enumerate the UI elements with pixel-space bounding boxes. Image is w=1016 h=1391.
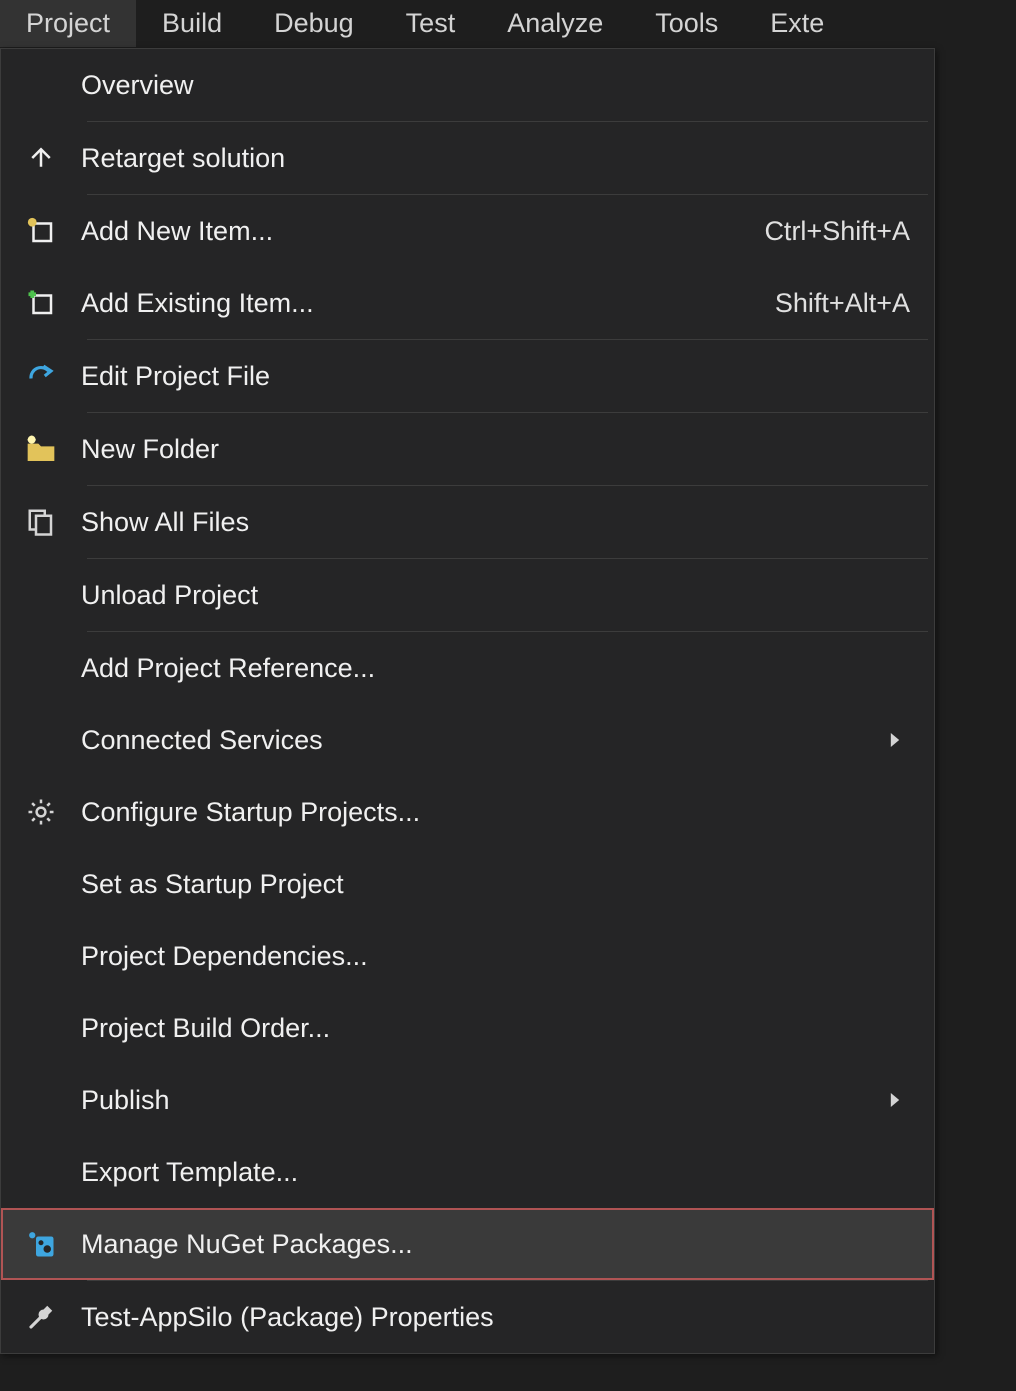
menu-item-label: Set as Startup Project xyxy=(81,869,910,900)
redo-icon xyxy=(1,361,81,391)
menu-item-retarget-solution[interactable]: Retarget solution xyxy=(1,122,934,194)
gear-icon xyxy=(1,797,81,827)
menubar-item-tools[interactable]: Tools xyxy=(629,0,744,47)
menu-item-edit-project-file[interactable]: Edit Project File xyxy=(1,340,934,412)
menu-item-label: Configure Startup Projects... xyxy=(81,797,910,828)
menubar-item-project[interactable]: Project xyxy=(0,0,136,47)
menu-item-label: Manage NuGet Packages... xyxy=(81,1229,910,1260)
menu-item-shortcut: Ctrl+Shift+A xyxy=(764,216,910,247)
chevron-right-icon xyxy=(880,1093,910,1107)
menu-item-label: Connected Services xyxy=(81,725,880,756)
menu-item-label: Overview xyxy=(81,70,910,101)
menu-item-overview[interactable]: Overview xyxy=(1,49,934,121)
menu-item-add-new-item[interactable]: Add New Item... Ctrl+Shift+A xyxy=(1,195,934,267)
menu-item-manage-nuget-packages[interactable]: Manage NuGet Packages... xyxy=(1,1208,934,1280)
menu-item-unload-project[interactable]: Unload Project xyxy=(1,559,934,631)
menu-item-project-build-order[interactable]: Project Build Order... xyxy=(1,992,934,1064)
menu-item-label: Unload Project xyxy=(81,580,910,611)
menu-item-project-properties[interactable]: Test-AppSilo (Package) Properties xyxy=(1,1281,934,1353)
new-folder-icon xyxy=(1,434,81,464)
menu-item-label: Add New Item... xyxy=(81,216,764,247)
menu-item-connected-services[interactable]: Connected Services xyxy=(1,704,934,776)
menubar-item-test[interactable]: Test xyxy=(380,0,482,47)
wrench-icon xyxy=(1,1302,81,1332)
menu-item-set-as-startup-project[interactable]: Set as Startup Project xyxy=(1,848,934,920)
menu-item-label: Add Project Reference... xyxy=(81,653,910,684)
menu-item-label: Project Dependencies... xyxy=(81,941,910,972)
menu-item-label: Publish xyxy=(81,1085,880,1116)
nuget-icon xyxy=(1,1229,81,1259)
menu-item-configure-startup-projects[interactable]: Configure Startup Projects... xyxy=(1,776,934,848)
menu-item-label: Export Template... xyxy=(81,1157,910,1188)
menu-item-project-dependencies[interactable]: Project Dependencies... xyxy=(1,920,934,992)
menu-item-label: Show All Files xyxy=(81,507,910,538)
menu-item-label: Edit Project File xyxy=(81,361,910,392)
new-item-icon xyxy=(1,216,81,246)
project-menu: Overview Retarget solution Add New Item.… xyxy=(0,48,935,1354)
menubar-item-build[interactable]: Build xyxy=(136,0,248,47)
chevron-right-icon xyxy=(880,733,910,747)
menu-item-show-all-files[interactable]: Show All Files xyxy=(1,486,934,558)
menu-item-label: Add Existing Item... xyxy=(81,288,775,319)
menu-item-export-template[interactable]: Export Template... xyxy=(1,1136,934,1208)
menu-item-label: Test-AppSilo (Package) Properties xyxy=(81,1302,910,1333)
menu-item-add-project-reference[interactable]: Add Project Reference... xyxy=(1,632,934,704)
menu-item-label: New Folder xyxy=(81,434,910,465)
menu-item-shortcut: Shift+Alt+A xyxy=(775,288,910,319)
menu-item-new-folder[interactable]: New Folder xyxy=(1,413,934,485)
existing-item-icon xyxy=(1,288,81,318)
menubar: Project Build Debug Test Analyze Tools E… xyxy=(0,0,1016,48)
menu-item-publish[interactable]: Publish xyxy=(1,1064,934,1136)
menubar-item-debug[interactable]: Debug xyxy=(248,0,380,47)
menu-item-add-existing-item[interactable]: Add Existing Item... Shift+Alt+A xyxy=(1,267,934,339)
menu-item-label: Project Build Order... xyxy=(81,1013,910,1044)
show-all-files-icon xyxy=(1,507,81,537)
menu-item-label: Retarget solution xyxy=(81,143,910,174)
arrow-up-icon xyxy=(1,143,81,173)
menubar-item-extensions[interactable]: Exte xyxy=(744,0,850,47)
menubar-item-analyze[interactable]: Analyze xyxy=(481,0,629,47)
